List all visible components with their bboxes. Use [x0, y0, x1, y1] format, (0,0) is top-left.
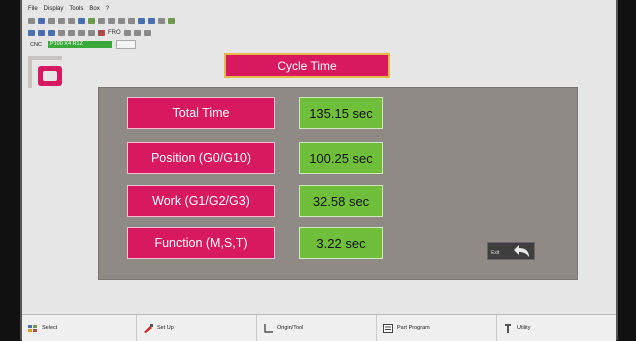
work-label: Work (G1/G2/G3): [127, 185, 275, 217]
step-icon[interactable]: [38, 30, 45, 36]
total-time-label: Total Time: [127, 97, 275, 129]
function-value: 3.22 sec: [299, 227, 383, 259]
menu-box[interactable]: Box: [89, 6, 99, 15]
exit-label: Exit: [491, 250, 500, 256]
stop-icon[interactable]: [98, 30, 105, 36]
cnc-dropdown[interactable]: [115, 40, 136, 49]
skip-icon[interactable]: [68, 30, 75, 36]
setup-icon: [144, 323, 153, 333]
position-value: 100.25 sec: [299, 142, 383, 174]
zoom-icon[interactable]: [118, 18, 125, 24]
open-icon[interactable]: [88, 18, 95, 24]
row-work: Work (G1/G2/G3) 32.58 sec: [127, 185, 383, 217]
row-position: Position (G0/G10) 100.25 sec: [127, 142, 383, 174]
paste-icon[interactable]: [48, 18, 55, 24]
origin-tool-icon: [264, 323, 273, 333]
bottom-function-bar: Select Set Up Origin/Tool Part Program U…: [22, 314, 616, 341]
exit-button[interactable]: Exit: [487, 242, 535, 260]
redo-icon[interactable]: [68, 18, 75, 24]
menu-display[interactable]: Display: [44, 6, 64, 15]
brand-logo: [28, 56, 62, 88]
monitor-icon[interactable]: [168, 18, 175, 24]
part-program-icon: [383, 323, 393, 333]
cnc-status-row: CNC P100 X4 R1Z: [28, 40, 136, 49]
menu-help[interactable]: ?: [106, 6, 109, 15]
toolbar-main: [28, 16, 175, 26]
bottom-label-part-program: Part Program: [397, 325, 430, 331]
work-value: 32.58 sec: [299, 185, 383, 217]
plus-icon[interactable]: [123, 30, 131, 36]
return-arrow-icon: [514, 245, 529, 257]
row-total-time: Total Time 135.15 sec: [127, 97, 383, 129]
page-title: Cycle Time: [224, 53, 390, 78]
minus-icon[interactable]: [133, 30, 141, 36]
toolbar-run: FRO: [28, 28, 151, 38]
bottom-button-origin-tool[interactable]: Origin/Tool: [257, 315, 377, 341]
menu-tools[interactable]: Tools: [69, 6, 83, 15]
bottom-button-part-program[interactable]: Part Program: [377, 315, 497, 341]
feed-icon[interactable]: [78, 30, 85, 36]
copy-icon[interactable]: [38, 18, 45, 24]
menu-file[interactable]: File: [28, 6, 38, 15]
feed-override-field[interactable]: FRO: [108, 30, 121, 36]
total-time-value: 135.15 sec: [299, 97, 383, 129]
position-label: Position (G0/G10): [127, 142, 275, 174]
cut-icon[interactable]: [28, 18, 35, 24]
block-icon[interactable]: [58, 30, 65, 36]
grid-icon[interactable]: [98, 18, 105, 24]
forward-icon[interactable]: [48, 30, 55, 36]
cnc-program-field[interactable]: P100 X4 R1Z: [47, 41, 112, 48]
row-function: Function (M,S,T) 3.22 sec: [127, 227, 383, 259]
play-icon[interactable]: [28, 30, 35, 36]
cnc-label: CNC: [30, 41, 42, 48]
bottom-label-select: Select: [42, 325, 58, 331]
cycle-time-panel: Total Time 135.15 sec Position (G0/G10) …: [98, 87, 578, 280]
tool-icon[interactable]: [158, 18, 165, 24]
bottom-button-utility[interactable]: Utility: [497, 315, 616, 341]
utility-icon: [505, 323, 511, 333]
undo-icon[interactable]: [58, 18, 65, 24]
window-icon[interactable]: [138, 18, 145, 24]
bottom-label-utility: Utility: [517, 325, 531, 331]
menu-bar: File Display Tools Box ?: [28, 6, 109, 15]
function-label: Function (M,S,T): [127, 227, 275, 259]
select-icon: [28, 324, 37, 332]
list-icon[interactable]: [108, 18, 115, 24]
cnc-screen: File Display Tools Box ? FRO CNC P100 X4…: [20, 0, 618, 341]
align-icon[interactable]: [128, 18, 135, 24]
bottom-button-select[interactable]: Select: [22, 315, 137, 341]
percent-icon[interactable]: [143, 30, 151, 36]
spindle-icon[interactable]: [88, 30, 95, 36]
bottom-label-origin-tool: Origin/Tool: [277, 325, 304, 331]
bottom-label-setup: Set Up: [157, 325, 174, 331]
bottom-button-setup[interactable]: Set Up: [137, 315, 257, 341]
save-icon[interactable]: [78, 18, 85, 24]
layout-icon[interactable]: [148, 18, 155, 24]
